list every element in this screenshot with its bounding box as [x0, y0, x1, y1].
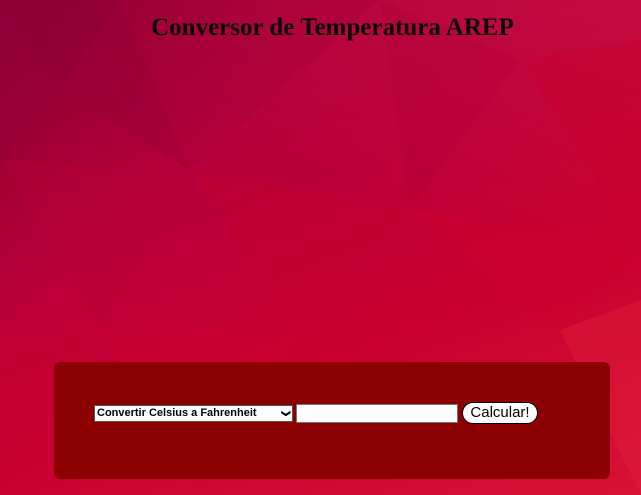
chevron-down-icon: ❯ — [281, 409, 292, 418]
converter-panel: Convertir Celsius a Fahrenheit ❯ Calcula… — [54, 362, 610, 479]
page-title: Conversor de Temperatura AREP — [151, 14, 514, 41]
temperature-input[interactable] — [296, 404, 458, 423]
conversion-select-value: Convertir Celsius a Fahrenheit — [97, 407, 257, 419]
conversion-select[interactable]: Convertir Celsius a Fahrenheit ❯ — [94, 405, 293, 422]
calculate-button[interactable]: Calcular! — [462, 402, 538, 424]
